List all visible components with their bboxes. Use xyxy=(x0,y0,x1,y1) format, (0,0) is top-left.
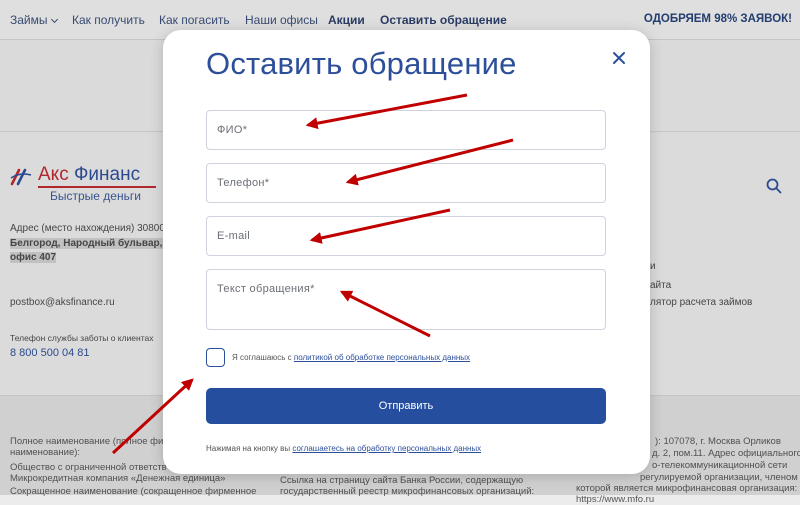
consent-checkbox[interactable] xyxy=(206,348,225,367)
phone-input[interactable] xyxy=(206,163,606,203)
message-textarea[interactable] xyxy=(206,269,606,330)
email-input[interactable] xyxy=(206,216,606,256)
modal-title: Оставить обращение xyxy=(206,46,517,81)
name-input[interactable] xyxy=(206,110,606,150)
consent-text: Я соглашаюсь с политикой об обработке пе… xyxy=(232,353,471,362)
privacy-policy-link[interactable]: политикой об обработке персональных данн… xyxy=(294,353,470,362)
close-icon[interactable] xyxy=(611,50,627,66)
request-modal: Оставить обращение Я соглашаюсь с полити… xyxy=(163,30,650,474)
footer-link[interactable]: https://www.mfo.ru xyxy=(576,494,654,505)
data-processing-link[interactable]: соглашаетесь на обработку персональных д… xyxy=(292,444,481,453)
submit-button[interactable]: Отправить xyxy=(206,388,606,424)
consent-note: Нажимая на кнопку вы соглашаетесь на обр… xyxy=(206,444,482,453)
